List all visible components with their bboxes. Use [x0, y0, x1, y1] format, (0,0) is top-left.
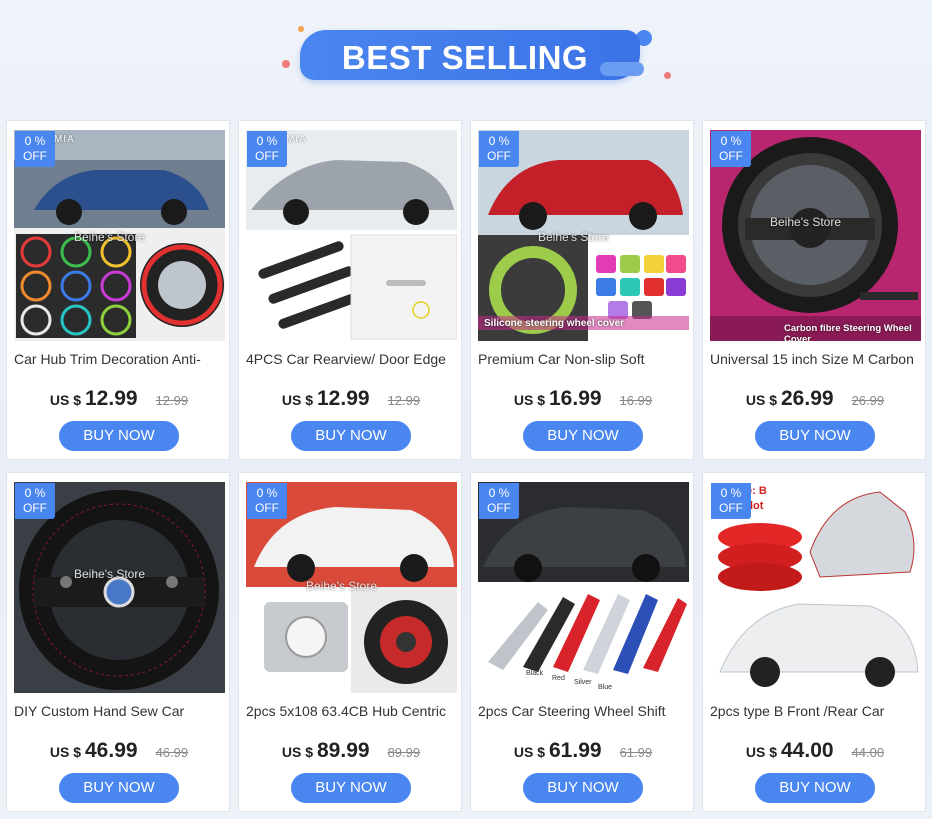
- product-card[interactable]: Beihe's Store Carbon fibre Steering Wheel…: [702, 120, 926, 460]
- product-card[interactable]: MIA 0 % OFF 4PCS Car Rearview/ Door Edge…: [238, 120, 462, 460]
- discount-percent: 0 %: [256, 134, 278, 148]
- discount-percent: 0 %: [24, 486, 46, 500]
- discount-off-label: OFF: [719, 149, 743, 163]
- discount-off-label: OFF: [255, 501, 279, 515]
- sale-price: 16.99: [549, 387, 602, 410]
- discount-percent: 0 %: [720, 134, 742, 148]
- sale-price: 26.99: [781, 387, 834, 410]
- price-row: US $26.99 26.99: [703, 387, 927, 411]
- sale-price: 12.99: [317, 387, 370, 410]
- currency-label: US $: [745, 392, 777, 408]
- image-caption: Carbon fibre Steering Wheel Cover: [784, 323, 912, 341]
- price-row: US $12.99 12.99: [239, 387, 463, 411]
- original-price: 26.99: [851, 393, 885, 408]
- original-price: 89.99: [387, 745, 421, 760]
- image-brand-text: MIA: [54, 134, 75, 145]
- currency-label: US $: [49, 392, 81, 408]
- discount-percent: 0 %: [24, 134, 46, 148]
- original-price: 44.00: [851, 745, 885, 760]
- original-price: 61.99: [619, 745, 653, 760]
- discount-off-label: OFF: [23, 149, 47, 163]
- section-title: BEST SELLING: [341, 39, 589, 76]
- price-row: US $44.00 44.00: [703, 739, 927, 763]
- price-row: US $89.99 89.99: [239, 739, 463, 763]
- original-price: 16.99: [619, 393, 653, 408]
- discount-off-label: OFF: [487, 501, 511, 515]
- header-banner: BEST SELLING: [0, 0, 932, 118]
- buy-now-button[interactable]: BUY NOW: [59, 773, 179, 803]
- original-price: 12.99: [387, 393, 421, 408]
- product-card[interactable]: Beihe's Store 0 % OFF 2pcs 5x108 63.4CB …: [238, 472, 462, 812]
- discount-badge: 0 % OFF: [711, 483, 751, 519]
- image-caption: Silicone steering wheel cover: [484, 318, 625, 329]
- currency-label: US $: [745, 744, 777, 760]
- currency-label: US $: [513, 392, 545, 408]
- product-title[interactable]: 2pcs type B Front /Rear Car: [710, 703, 920, 719]
- buy-now-button[interactable]: BUY NOW: [59, 421, 179, 451]
- decor-dot: [664, 72, 671, 79]
- product-title[interactable]: 2pcs Car Steering Wheel Shift: [478, 703, 688, 719]
- image-watermark: Beihe's Store: [74, 230, 145, 244]
- discount-off-label: OFF: [719, 501, 743, 515]
- product-card[interactable]: Beihe's Store MIA 0 % OFF Car Hub Trim De…: [6, 120, 230, 460]
- paddle-color-label: Silver: [574, 679, 592, 686]
- product-title[interactable]: 4PCS Car Rearview/ Door Edge: [246, 351, 456, 367]
- discount-badge: 0 % OFF: [247, 483, 287, 519]
- product-card[interactable]: Beihe's Store 0 % OFF DIY Custom Hand Se…: [6, 472, 230, 812]
- price-row: US $16.99 16.99: [471, 387, 695, 411]
- discount-badge: 0 % OFF: [479, 483, 519, 519]
- paddle-color-label: Red: [552, 675, 565, 682]
- product-card[interactable]: Black Red Silver Blue 0 % OFF 2pcs Car Stee…: [470, 472, 694, 812]
- discount-off-label: OFF: [487, 149, 511, 163]
- currency-label: US $: [49, 744, 81, 760]
- product-title[interactable]: 2pcs 5x108 63.4CB Hub Centric: [246, 703, 456, 719]
- decor-dot: [282, 60, 290, 68]
- discount-badge: 0 % OFF: [15, 131, 55, 167]
- paddle-color-label: Black: [526, 670, 544, 677]
- currency-label: US $: [281, 744, 313, 760]
- sale-price: 89.99: [317, 739, 370, 762]
- original-price: 12.99: [155, 393, 189, 408]
- sale-price: 12.99: [85, 387, 138, 410]
- image-watermark: Beihe's Store: [306, 579, 377, 593]
- price-row: US $12.99 12.99: [7, 387, 231, 411]
- discount-badge: 0 % OFF: [711, 131, 751, 167]
- sale-price: 46.99: [85, 739, 138, 762]
- discount-badge: 0 % OFF: [247, 131, 287, 167]
- image-brand-text: MIA: [286, 134, 307, 145]
- image-watermark: Beihe's Store: [74, 567, 145, 581]
- buy-now-button[interactable]: BUY NOW: [755, 773, 875, 803]
- product-title[interactable]: Universal 15 inch Size M Carbon: [710, 351, 920, 367]
- price-row: US $61.99 61.99: [471, 739, 695, 763]
- product-title[interactable]: Premium Car Non-slip Soft: [478, 351, 688, 367]
- sale-price: 61.99: [549, 739, 602, 762]
- discount-percent: 0 %: [720, 486, 742, 500]
- buy-now-button[interactable]: BUY NOW: [523, 421, 643, 451]
- paddle-color-label: Blue: [598, 684, 613, 691]
- product-card[interactable]: e: Blot 0 % OFF 2pcs type B Front /Rear …: [702, 472, 926, 812]
- discount-off-label: OFF: [255, 149, 279, 163]
- product-title[interactable]: DIY Custom Hand Sew Car: [14, 703, 224, 719]
- discount-percent: 0 %: [488, 134, 510, 148]
- image-watermark: Beihe's Store: [538, 230, 609, 244]
- product-title[interactable]: Car Hub Trim Decoration Anti-: [14, 351, 224, 367]
- buy-now-button[interactable]: BUY NOW: [523, 773, 643, 803]
- buy-now-button[interactable]: BUY NOW: [291, 773, 411, 803]
- product-card[interactable]: Beihe's Store Silicone steering wheel cov…: [470, 120, 694, 460]
- discount-badge: 0 % OFF: [15, 483, 55, 519]
- discount-percent: 0 %: [488, 486, 510, 500]
- image-tag: lot: [750, 500, 764, 512]
- discount-off-label: OFF: [23, 501, 47, 515]
- currency-label: US $: [281, 392, 313, 408]
- discount-badge: 0 % OFF: [479, 131, 519, 167]
- price-row: US $46.99 46.99: [7, 739, 231, 763]
- image-watermark: Beihe's Store: [770, 215, 841, 229]
- discount-percent: 0 %: [256, 486, 278, 500]
- original-price: 46.99: [155, 745, 189, 760]
- currency-label: US $: [513, 744, 545, 760]
- buy-now-button[interactable]: BUY NOW: [291, 421, 411, 451]
- sale-price: 44.00: [781, 739, 834, 762]
- buy-now-button[interactable]: BUY NOW: [755, 421, 875, 451]
